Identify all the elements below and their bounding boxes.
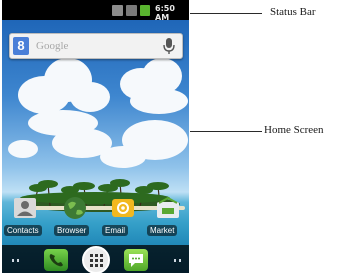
app-dock: Contacts Browser Email Market [2, 193, 189, 243]
google-search-widget[interactable]: 8 Google [9, 33, 183, 59]
messaging-icon[interactable] [124, 249, 148, 271]
status-bar[interactable]: 6:50 AM [2, 0, 189, 22]
page-indicator-right-icon[interactable] [174, 259, 181, 262]
globe-icon [64, 197, 86, 219]
app-label: Contacts [4, 225, 42, 236]
status-bar-label: Status Bar [270, 6, 316, 18]
email-icon [112, 199, 134, 217]
app-label: Email [102, 225, 129, 236]
home-screen-callout-line [190, 131, 262, 132]
app-launcher-icon[interactable] [82, 246, 110, 273]
search-placeholder[interactable]: Google [36, 40, 68, 52]
phone-screen: 6:50 AM 8 Google Contacts Browser Email … [2, 0, 189, 273]
app-contacts[interactable]: Contacts [2, 193, 46, 243]
usb-icon [112, 5, 123, 16]
app-label: Market [147, 225, 178, 236]
contacts-icon [14, 198, 36, 218]
status-bar-callout-line [190, 13, 262, 14]
app-browser[interactable]: Browser [52, 193, 96, 243]
bottom-launcher-bar [2, 245, 189, 273]
battery-icon [140, 5, 150, 16]
app-email[interactable]: Email [100, 193, 144, 243]
app-market[interactable]: Market [145, 193, 189, 243]
sd-card-icon [126, 5, 137, 16]
home-screen-label: Home Screen [264, 124, 324, 136]
mic-icon[interactable] [162, 37, 176, 55]
page-indicator-left-icon[interactable] [12, 259, 19, 262]
google-logo-icon: 8 [13, 37, 29, 55]
phone-icon[interactable] [44, 249, 68, 271]
app-label: Browser [54, 225, 90, 236]
market-icon [157, 196, 179, 218]
